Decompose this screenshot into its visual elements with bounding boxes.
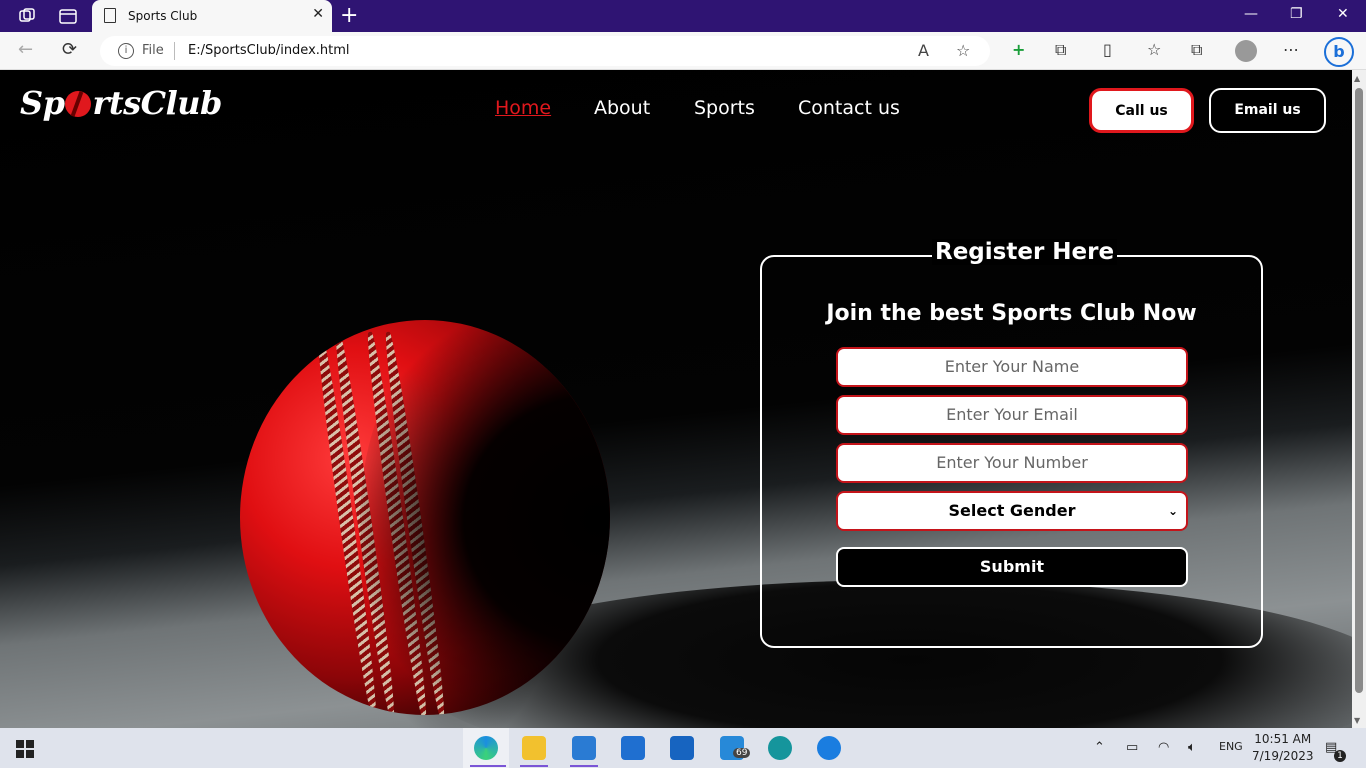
site-logo[interactable]: Sp rtsClub (20, 84, 222, 122)
gender-select-value: Select Gender (948, 501, 1076, 520)
app-f-icon[interactable] (817, 736, 841, 760)
new-tab-button[interactable]: + (340, 3, 358, 29)
clock-date: 7/19/2023 (1252, 749, 1314, 763)
address-scheme: File (142, 43, 164, 58)
arduino-icon[interactable] (768, 736, 792, 760)
read-aloud-icon[interactable]: A (918, 41, 929, 60)
page-viewport: Sp rtsClub Home About Sports Contact us C… (0, 70, 1352, 728)
scroll-up-icon[interactable]: ▲ (1354, 74, 1360, 83)
file-explorer-icon[interactable] (522, 736, 546, 760)
profile-avatar[interactable] (1235, 40, 1257, 62)
address-toolbar: ← ⟳ i File E:/SportsClub/index.html A ☆ … (0, 32, 1366, 70)
mail-icon[interactable] (670, 736, 694, 760)
scrollbar-thumb[interactable] (1355, 88, 1363, 693)
volume-icon[interactable]: 🔈︎ (1188, 740, 1196, 755)
vscode-running-indicator (570, 765, 598, 767)
refresh-button[interactable]: ⟳ (62, 41, 77, 59)
split-screen-icon[interactable]: ▯ (1103, 41, 1112, 59)
info-icon[interactable]: i (118, 43, 134, 59)
name-input[interactable]: Enter Your Name (836, 347, 1188, 387)
logo-text-end: rtsClub (92, 84, 222, 122)
register-subtitle: Join the best Sports Club Now (826, 301, 1197, 326)
close-window-button[interactable]: ✕ (1337, 6, 1349, 22)
show-hidden-icons[interactable]: ⌃ (1094, 740, 1105, 755)
tab-actions-icon[interactable] (59, 7, 77, 25)
register-legend: Register Here (932, 239, 1118, 265)
submit-button[interactable]: Submit (836, 547, 1188, 587)
clock-time: 10:51 AM (1254, 732, 1312, 746)
collections-icon[interactable]: ⧉ (1191, 41, 1202, 59)
language-indicator[interactable]: ENG (1219, 740, 1243, 753)
battery-icon[interactable]: ▭ (1126, 740, 1138, 755)
nav-about[interactable]: About (594, 97, 650, 119)
store-icon[interactable] (621, 736, 645, 760)
system-clock[interactable]: 10:51 AM 7/19/2023 (1252, 731, 1314, 765)
email-us-button[interactable]: Email us (1209, 88, 1326, 133)
nav-home[interactable]: Home (495, 97, 551, 119)
cricket-ball-icon (65, 91, 92, 117)
mail-badge: 69 (733, 748, 751, 758)
edge-running-indicator (470, 765, 506, 767)
address-url[interactable]: E:/SportsClub/index.html (188, 43, 350, 58)
edge-browser-icon[interactable] (474, 736, 498, 760)
vscode-icon[interactable] (572, 736, 596, 760)
minimize-button[interactable]: — (1244, 6, 1258, 22)
number-input[interactable]: Enter Your Number (836, 443, 1188, 483)
windows-start-icon[interactable] (16, 740, 34, 762)
register-form: Register Here Join the best Sports Club … (760, 239, 1263, 648)
workspaces-icon[interactable] (18, 7, 36, 25)
chevron-down-icon: ⌄ (1167, 504, 1178, 518)
favorites-icon[interactable]: ☆ (1147, 41, 1161, 59)
call-us-button[interactable]: Call us (1089, 88, 1194, 133)
scroll-down-icon[interactable]: ▼ (1354, 716, 1360, 725)
more-menu-icon[interactable]: ⋯ (1283, 41, 1299, 59)
windows-taskbar: 69 ⌃ ▭ ◠ 🔈︎ ENG 10:51 AM 7/19/2023 ▤ 1 (0, 728, 1366, 768)
bing-icon[interactable]: b (1324, 37, 1354, 67)
page-scrollbar[interactable]: ▲ ▼ (1352, 70, 1366, 728)
favorite-star-icon[interactable]: ☆ (956, 41, 970, 60)
tab-close-button[interactable]: ✕ (312, 6, 324, 22)
browser-tab-bar: Sports Club ✕ + — ❐ ✕ (0, 0, 1366, 32)
gender-select[interactable]: Select Gender ⌄ (836, 491, 1188, 531)
address-separator (174, 42, 175, 60)
email-input[interactable]: Enter Your Email (836, 395, 1188, 435)
ball-shade (360, 320, 610, 715)
add-extension-icon[interactable]: + (1012, 41, 1025, 59)
back-button[interactable]: ← (18, 41, 33, 59)
address-bar[interactable]: i File E:/SportsClub/index.html A ☆ (100, 36, 990, 66)
tab-title: Sports Club (128, 9, 198, 23)
logo-text-start: Sp (20, 84, 65, 122)
nav-sports[interactable]: Sports (694, 97, 755, 119)
nav-contact-us[interactable]: Contact us (798, 97, 900, 119)
notification-count: 1 (1334, 750, 1346, 762)
extensions-icon[interactable]: ⧉ (1055, 41, 1066, 59)
tab-sports-club[interactable]: Sports Club ✕ (92, 0, 332, 32)
wifi-icon[interactable]: ◠ (1158, 740, 1169, 755)
explorer-running-indicator (520, 765, 548, 767)
cricket-ball-image (240, 320, 610, 715)
restore-button[interactable]: ❐ (1290, 6, 1303, 22)
page-icon (104, 8, 116, 23)
